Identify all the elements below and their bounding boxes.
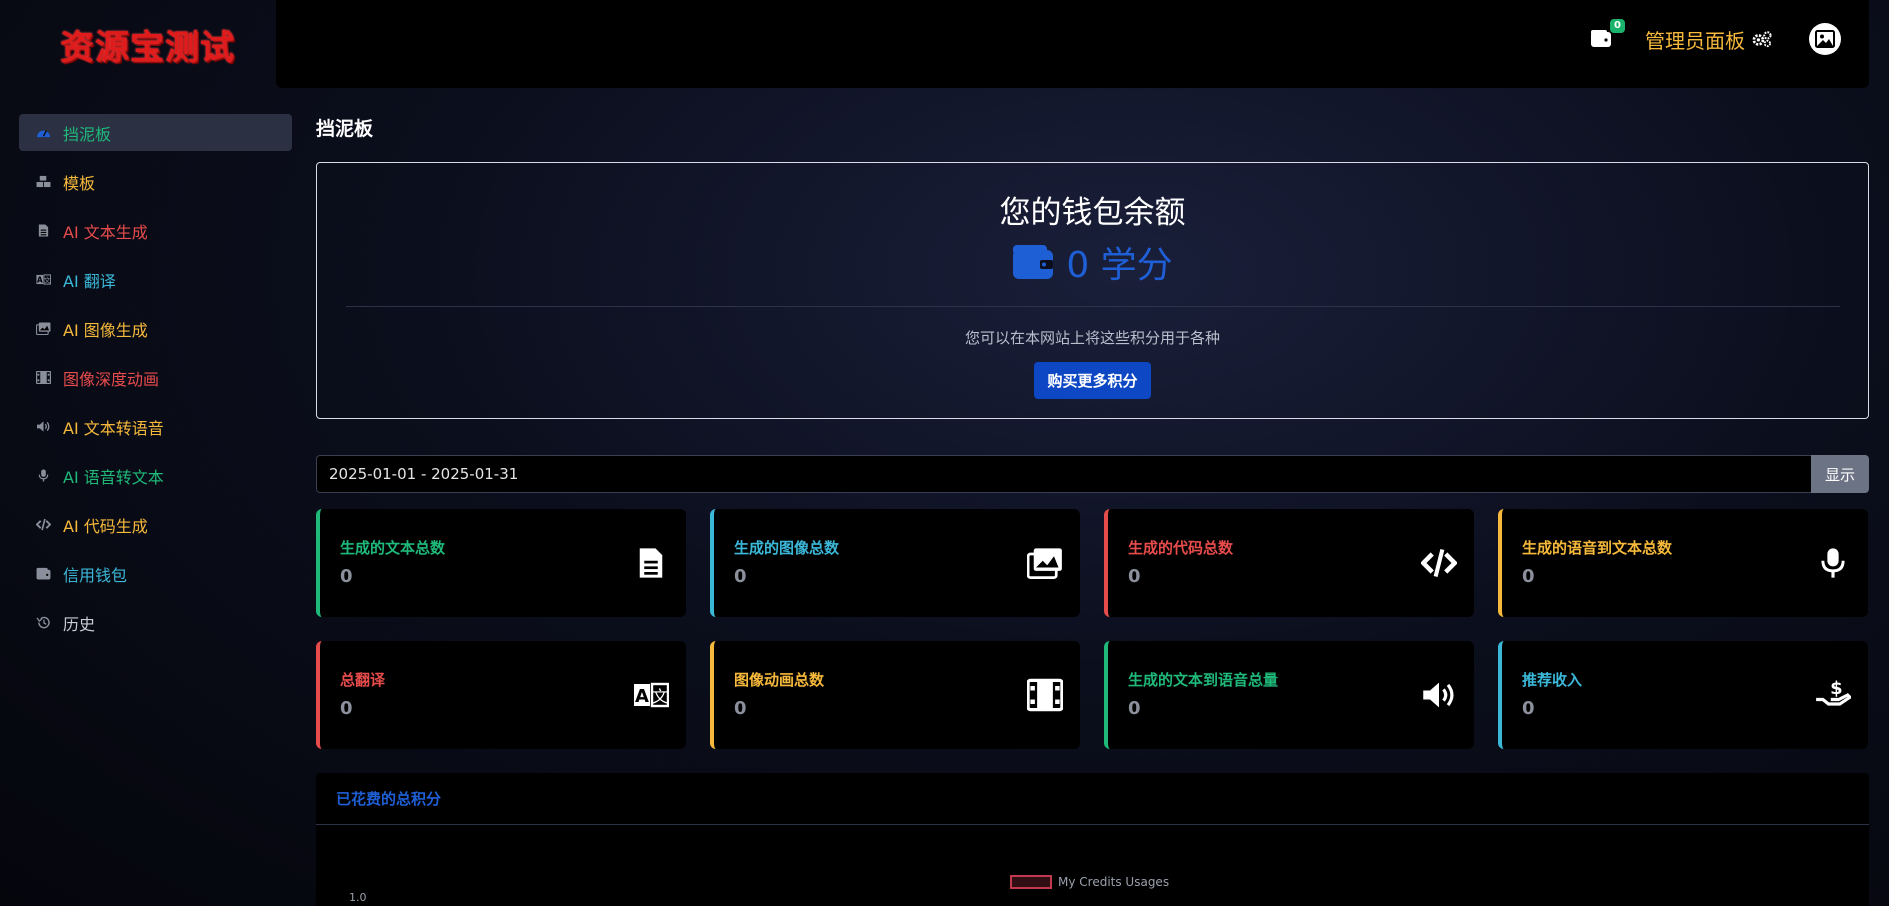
microphone-icon bbox=[1814, 545, 1852, 581]
stat-card: 生成的语音到文本总数 0 bbox=[1498, 509, 1868, 617]
svg-text:文: 文 bbox=[43, 275, 50, 284]
balance-divider bbox=[345, 306, 1840, 307]
page-title: 挡泥板 bbox=[316, 118, 374, 140]
images-icon bbox=[1026, 545, 1064, 581]
sidebar-item-label: AI 文本转语音 bbox=[63, 418, 164, 438]
chart-title: 已花费的总积分 bbox=[336, 790, 442, 808]
sidebar-item-label: AI 语音转文本 bbox=[63, 467, 164, 487]
sidebar-item[interactable]: AI 图像生成 bbox=[19, 310, 292, 347]
stat-card: 图像动画总数 0 bbox=[710, 641, 1080, 749]
sidebar-item[interactable]: AI 文本转语音 bbox=[19, 408, 292, 445]
language-icon: A文 bbox=[632, 677, 670, 713]
sidebar-item-label: AI 文本生成 bbox=[63, 222, 148, 242]
sidebar-item[interactable]: 信用钱包 bbox=[19, 555, 292, 592]
y-axis-tick: 1.0 bbox=[349, 891, 367, 904]
volume-icon bbox=[1420, 677, 1458, 713]
top-right-controls: 0 管理员面板 bbox=[1587, 0, 1869, 78]
admin-panel-link[interactable]: 管理员面板 bbox=[1645, 25, 1773, 54]
chart-body: My Credits Usages 1.0 bbox=[316, 825, 1869, 906]
file-text-icon bbox=[632, 545, 670, 581]
wallet-badge: 0 bbox=[1610, 19, 1625, 33]
volume-icon bbox=[35, 420, 51, 434]
language-icon: A文 bbox=[35, 273, 51, 287]
sidebar-item[interactable]: 历史 bbox=[19, 604, 292, 641]
svg-text:文: 文 bbox=[652, 687, 668, 706]
wallet-balance-card: 您的钱包余额 0 学分 您可以在本网站上将这些积分用于各种 购买更多积分 bbox=[316, 162, 1869, 419]
sidebar-item[interactable]: A 文 AI 翻译 bbox=[19, 261, 292, 298]
user-avatar[interactable] bbox=[1809, 23, 1841, 55]
sidebar-item[interactable]: 图像深度动画 bbox=[19, 359, 292, 396]
film-icon bbox=[35, 371, 51, 385]
svg-text:$: $ bbox=[1830, 678, 1843, 699]
sidebar-item[interactable]: AI 文本生成 bbox=[19, 212, 292, 249]
credits-chart-card: 已花费的总积分 My Credits Usages 1.0 bbox=[316, 773, 1869, 906]
chart-header: 已花费的总积分 bbox=[316, 773, 1869, 825]
sidebar-item[interactable]: 模板 bbox=[19, 163, 292, 200]
sidebar-nav: 挡泥板模板 AI 文本生成 A 文 AI 翻译 AI 图像生成 图像深度动画 AI 文本转语音… bbox=[19, 114, 292, 653]
images-icon bbox=[35, 322, 51, 336]
sidebar-item[interactable]: AI 代码生成 bbox=[19, 506, 292, 543]
admin-panel-label: 管理员面板 bbox=[1645, 28, 1745, 53]
microphone-icon bbox=[35, 469, 51, 483]
svg-text:A: A bbox=[36, 275, 42, 284]
show-button[interactable]: 显示 bbox=[1811, 455, 1869, 493]
file-text-icon bbox=[35, 224, 51, 238]
sidebar-item-label: 挡泥板 bbox=[63, 124, 112, 144]
code-icon bbox=[35, 518, 51, 532]
stat-card: 生成的代码总数 0 bbox=[1104, 509, 1474, 617]
brand-title: 资源宝测试 bbox=[60, 27, 235, 68]
stats-grid: 生成的文本总数 0 生成的图像总数 0 生成的代码总数 0 生成的语音到文本总数 0 总翻译 0 A… bbox=[316, 509, 1869, 749]
legend-swatch bbox=[1010, 875, 1052, 889]
sidebar-item-label: 信用钱包 bbox=[63, 565, 128, 585]
chart-legend[interactable]: My Credits Usages bbox=[1010, 875, 1169, 889]
stat-card: 生成的文本到语音总量 0 bbox=[1104, 641, 1474, 749]
dashboard-icon bbox=[35, 126, 51, 140]
sidebar-item-label: 模板 bbox=[63, 173, 96, 193]
sidebar-item[interactable]: AI 语音转文本 bbox=[19, 457, 292, 494]
sidebar-item-label: AI 翻译 bbox=[63, 271, 116, 291]
gears-icon bbox=[1752, 31, 1772, 48]
stat-card: 生成的图像总数 0 bbox=[710, 509, 1080, 617]
wallet-button[interactable]: 0 bbox=[1587, 19, 1625, 53]
balance-value: 0 学分 bbox=[1066, 245, 1173, 286]
legend-label: My Credits Usages bbox=[1058, 875, 1170, 889]
cubes-icon bbox=[35, 175, 51, 189]
sidebar-item-label: AI 代码生成 bbox=[63, 516, 148, 536]
top-bar: 0 管理员面板 bbox=[276, 0, 1869, 88]
wallet-icon bbox=[35, 567, 51, 581]
balance-note: 您可以在本网站上将这些积分用于各种 bbox=[964, 329, 1220, 347]
main-content: 挡泥板 您的钱包余额 0 学分 您可以在本网站上将这些积分用于各种 购买更多积分… bbox=[316, 114, 1869, 906]
sidebar-item-label: 图像深度动画 bbox=[63, 369, 160, 389]
date-range-input[interactable] bbox=[316, 455, 1811, 493]
film-icon bbox=[1026, 677, 1064, 713]
code-icon bbox=[1420, 545, 1458, 581]
sidebar-item-label: AI 图像生成 bbox=[63, 320, 148, 340]
hand-dollar-icon: $ bbox=[1814, 677, 1852, 713]
balance-value-row: 0 学分 bbox=[1012, 236, 1173, 288]
sidebar-item[interactable]: 挡泥板 bbox=[19, 114, 292, 151]
svg-text:A: A bbox=[635, 686, 649, 707]
stat-card: 总翻译 0 A 文 bbox=[316, 641, 686, 749]
image-avatar-icon bbox=[1815, 30, 1835, 48]
balance-title: 您的钱包余额 bbox=[999, 195, 1186, 231]
wallet-icon bbox=[1591, 30, 1611, 47]
buy-credits-button[interactable]: 购买更多积分 bbox=[1034, 362, 1151, 399]
date-range-filter: 显示 bbox=[316, 455, 1869, 493]
brand-logo[interactable]: 资源宝测试 bbox=[0, 0, 276, 88]
stat-card: 生成的文本总数 0 bbox=[316, 509, 686, 617]
stat-card: 推荐收入 0 $ bbox=[1498, 641, 1868, 749]
sidebar-item-label: 历史 bbox=[63, 614, 96, 634]
wallet-icon bbox=[1013, 245, 1054, 279]
history-icon bbox=[35, 616, 51, 630]
